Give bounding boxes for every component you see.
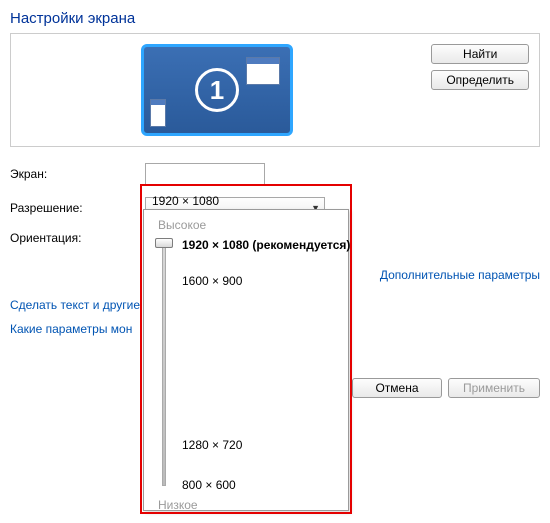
- resolution-option-1600[interactable]: 1600 × 900: [182, 274, 242, 288]
- slider-track: [162, 244, 166, 486]
- screen-input[interactable]: [145, 163, 265, 185]
- resolution-label: Разрешение:: [10, 201, 145, 215]
- text-size-link[interactable]: Сделать текст и другие: [10, 298, 140, 312]
- resolution-option-1920[interactable]: 1920 × 1080 (рекомендуется): [182, 238, 350, 252]
- find-button[interactable]: Найти: [431, 44, 529, 64]
- dropdown-low-label: Низкое: [158, 498, 338, 512]
- screen-label: Экран:: [10, 167, 145, 181]
- mini-window-icon: [246, 57, 280, 85]
- monitor-preview[interactable]: 1: [141, 44, 293, 136]
- orientation-label: Ориентация:: [10, 231, 145, 245]
- identify-button[interactable]: Определить: [431, 70, 529, 90]
- cancel-button[interactable]: Отмена: [352, 378, 442, 398]
- resolution-slider[interactable]: [154, 238, 174, 492]
- apply-button: Применить: [448, 378, 540, 398]
- resolution-option-800[interactable]: 800 × 600: [182, 478, 236, 492]
- slider-thumb[interactable]: [155, 238, 173, 248]
- monitor-number: 1: [195, 68, 239, 112]
- dropdown-high-label: Высокое: [158, 218, 338, 232]
- page-title: Настройки экрана: [10, 10, 540, 27]
- monitor-panel: 1 Найти Определить: [10, 33, 540, 147]
- mini-sidebar-icon: [150, 99, 166, 127]
- resolution-option-1280[interactable]: 1280 × 720: [182, 438, 242, 452]
- resolution-dropdown: Высокое 1920 × 1080 (рекомендуется) 1600…: [143, 209, 349, 511]
- monitor-params-link[interactable]: Какие параметры мон: [10, 322, 140, 336]
- advanced-params-link[interactable]: Дополнительные параметры: [380, 268, 540, 282]
